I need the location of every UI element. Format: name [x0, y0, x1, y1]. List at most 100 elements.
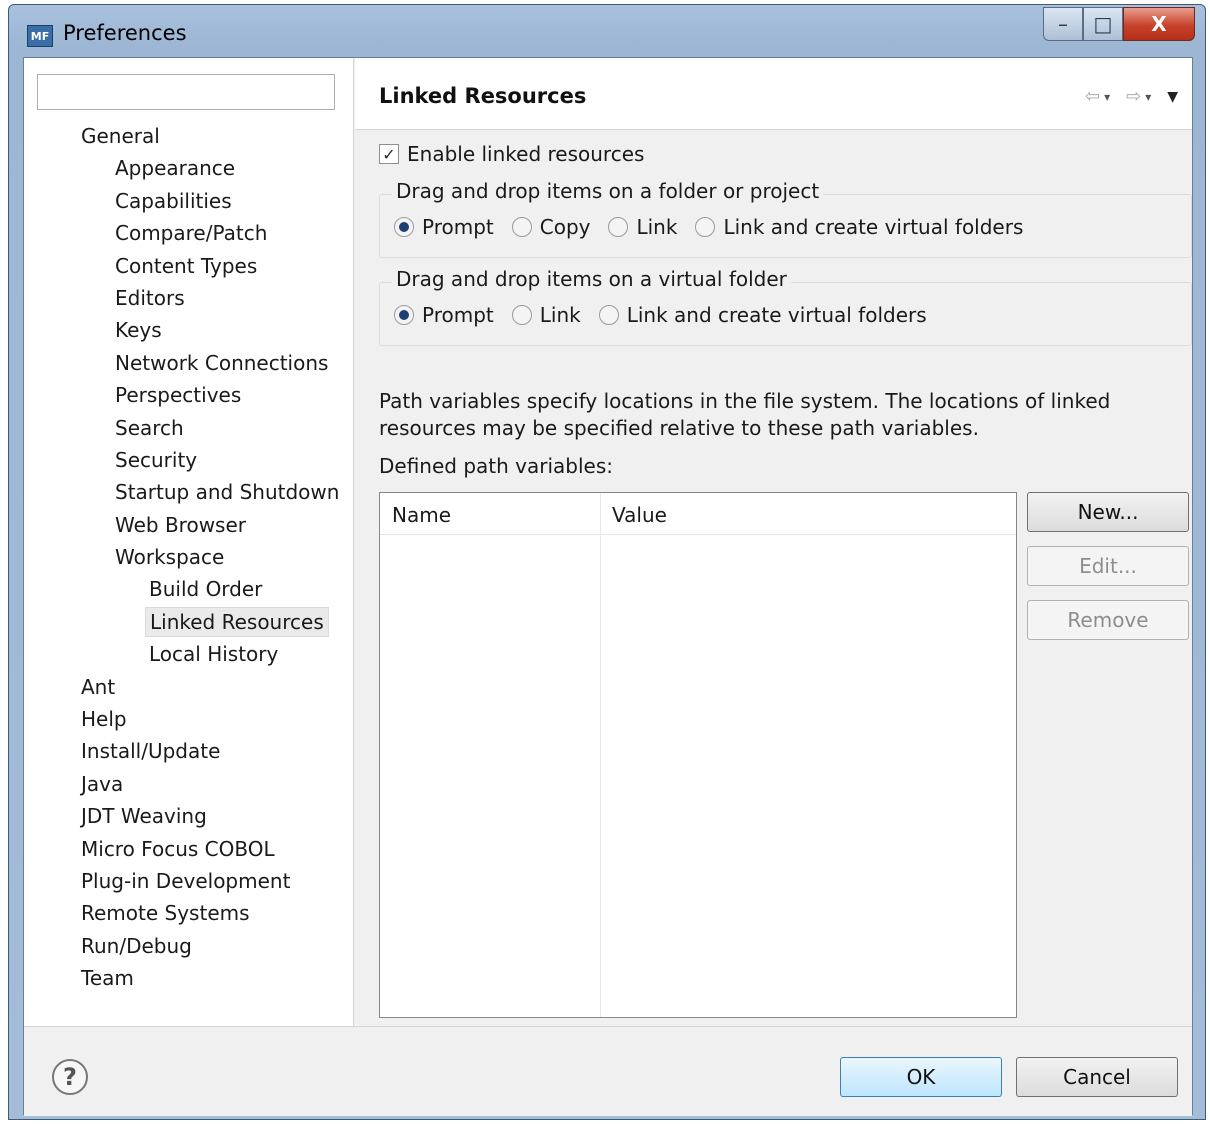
window-controls: – □ X: [1043, 7, 1195, 41]
back-arrow-icon[interactable]: ⇦: [1085, 86, 1100, 107]
tree-item[interactable]: Java: [24, 768, 354, 800]
tree-item-label: Startup and Shutdown: [115, 480, 340, 505]
tree-item[interactable]: Linked Resources: [24, 606, 354, 638]
tree-item[interactable]: Local History: [24, 638, 354, 670]
tree-item[interactable]: Workspace: [24, 541, 354, 573]
forward-arrow-icon[interactable]: ⇨: [1126, 86, 1141, 107]
tree-item[interactable]: JDT Weaving: [24, 800, 354, 832]
tree-item[interactable]: Ant: [24, 671, 354, 703]
tree-item-label: Compare/Patch: [115, 221, 268, 246]
preference-tree: General Appearance Capabilities Compare/Pat…: [24, 120, 354, 995]
tree-item-label: Build Order: [149, 577, 263, 602]
minimize-icon: –: [1058, 12, 1068, 36]
radio-option[interactable]: Link: [511, 303, 581, 327]
tree-item-label: Content Types: [115, 253, 258, 278]
folder-drop-options: Prompt Copy Link Link and create virtual fo…: [394, 215, 1041, 239]
radio-label: Prompt: [422, 215, 494, 239]
maximize-button[interactable]: □: [1083, 7, 1123, 41]
path-variables-description: Path variables specify locations in the …: [379, 389, 1111, 440]
radio-label: Prompt: [422, 303, 494, 327]
tree-item-label: Appearance: [115, 156, 236, 181]
tree-item[interactable]: Capabilities: [24, 185, 354, 217]
tree-item[interactable]: Search: [24, 412, 354, 444]
tree-item[interactable]: Build Order: [24, 573, 354, 605]
forward-dropdown-icon[interactable]: ▾: [1145, 90, 1151, 104]
new-button[interactable]: New...: [1027, 492, 1189, 532]
filter-input[interactable]: [37, 74, 335, 110]
help-icon[interactable]: ?: [52, 1059, 88, 1095]
page-title: Linked Resources: [379, 84, 587, 108]
tree-item-label: Micro Focus COBOL: [81, 836, 275, 861]
virtual-folder-drop-group: Drag and drop items on a virtual folder …: [379, 267, 1192, 346]
maximize-icon: □: [1093, 12, 1113, 36]
radio-button[interactable]: [511, 217, 532, 237]
radio-button[interactable]: [394, 217, 414, 237]
enable-linked-checkbox[interactable]: ✓: [379, 144, 399, 164]
radio-option[interactable]: Prompt: [394, 303, 494, 327]
tree-item-label: Workspace: [115, 545, 225, 570]
tree-item-label: Linked Resources: [145, 606, 329, 637]
tree-item-label: Team: [81, 966, 134, 991]
tree-item[interactable]: Compare/Patch: [24, 217, 354, 249]
close-button[interactable]: X: [1123, 7, 1195, 41]
view-menu-icon[interactable]: ▼: [1167, 89, 1178, 105]
page-header: Linked Resources ⇦ ▾ ⇨ ▾ ▼: [355, 58, 1192, 130]
tree-item-label: Security: [115, 447, 198, 472]
tree-item[interactable]: Install/Update: [24, 735, 354, 767]
window-title: Preferences: [63, 21, 187, 45]
radio-option[interactable]: Link and create virtual folders: [598, 303, 927, 327]
page-navigation: ⇦ ▾ ⇨ ▾ ▼: [1085, 86, 1178, 107]
minimize-button[interactable]: –: [1043, 7, 1083, 41]
tree-item[interactable]: Remote Systems: [24, 897, 354, 929]
back-dropdown-icon[interactable]: ▾: [1104, 90, 1110, 104]
radio-option[interactable]: Link: [608, 215, 677, 239]
virtual-folder-drop-options: Prompt Link Link and create virtual folder…: [394, 303, 945, 327]
radio-option[interactable]: Copy: [511, 215, 591, 239]
tree-item-label: Perspectives: [115, 383, 242, 408]
radio-button[interactable]: [511, 305, 532, 325]
title-bar[interactable]: MF Preferences – □ X: [9, 5, 1205, 57]
tree-item-label: Ant: [81, 674, 116, 699]
cancel-button[interactable]: Cancel: [1016, 1057, 1178, 1097]
radio-label: Copy: [539, 215, 591, 239]
tree-item[interactable]: Web Browser: [24, 509, 354, 541]
preference-tree-pane: General Appearance Capabilities Compare/Pat…: [24, 58, 354, 1026]
tree-item-label: Install/Update: [81, 739, 221, 764]
tree-item[interactable]: General: [24, 120, 354, 152]
tree-item[interactable]: Micro Focus COBOL: [24, 833, 354, 865]
column-header-name[interactable]: Name: [392, 503, 451, 527]
enable-linked-resources[interactable]: ✓ Enable linked resources: [379, 142, 644, 166]
tree-item[interactable]: Keys: [24, 314, 354, 346]
radio-option[interactable]: Link and create virtual folders: [695, 215, 1023, 239]
tree-item[interactable]: Security: [24, 444, 354, 476]
tree-item[interactable]: Perspectives: [24, 379, 354, 411]
radio-button[interactable]: [695, 217, 716, 237]
edit-button[interactable]: Edit...: [1027, 546, 1189, 586]
tree-item[interactable]: Editors: [24, 282, 354, 314]
tree-item[interactable]: Network Connections: [24, 347, 354, 379]
tree-item-label: Web Browser: [115, 512, 247, 537]
table-header: Name Value: [380, 493, 1016, 535]
ok-button[interactable]: OK: [840, 1057, 1002, 1097]
tree-item[interactable]: Team: [24, 962, 354, 994]
tree-item[interactable]: Appearance: [24, 152, 354, 184]
radio-label: Link: [636, 215, 678, 239]
radio-button[interactable]: [608, 217, 629, 237]
radio-option[interactable]: Prompt: [394, 215, 494, 239]
radio-button[interactable]: [598, 305, 619, 325]
virtual-folder-drop-legend: Drag and drop items on a virtual folder: [392, 267, 791, 291]
tree-item[interactable]: Startup and Shutdown: [24, 476, 354, 508]
defined-path-variables-label: Defined path variables:: [379, 454, 614, 478]
tree-item-label: Run/Debug: [81, 933, 192, 958]
tree-item[interactable]: Run/Debug: [24, 930, 354, 962]
tree-item-label: Network Connections: [115, 350, 329, 375]
tree-item[interactable]: Plug-in Development: [24, 865, 354, 897]
path-variables-table[interactable]: Name Value: [379, 492, 1017, 1018]
tree-item-label: Capabilities: [115, 188, 232, 213]
column-header-value[interactable]: Value: [612, 503, 667, 527]
radio-label: Link and create virtual folders: [626, 303, 927, 327]
remove-button[interactable]: Remove: [1027, 600, 1189, 640]
tree-item[interactable]: Help: [24, 703, 354, 735]
tree-item[interactable]: Content Types: [24, 250, 354, 282]
radio-button[interactable]: [394, 305, 414, 325]
